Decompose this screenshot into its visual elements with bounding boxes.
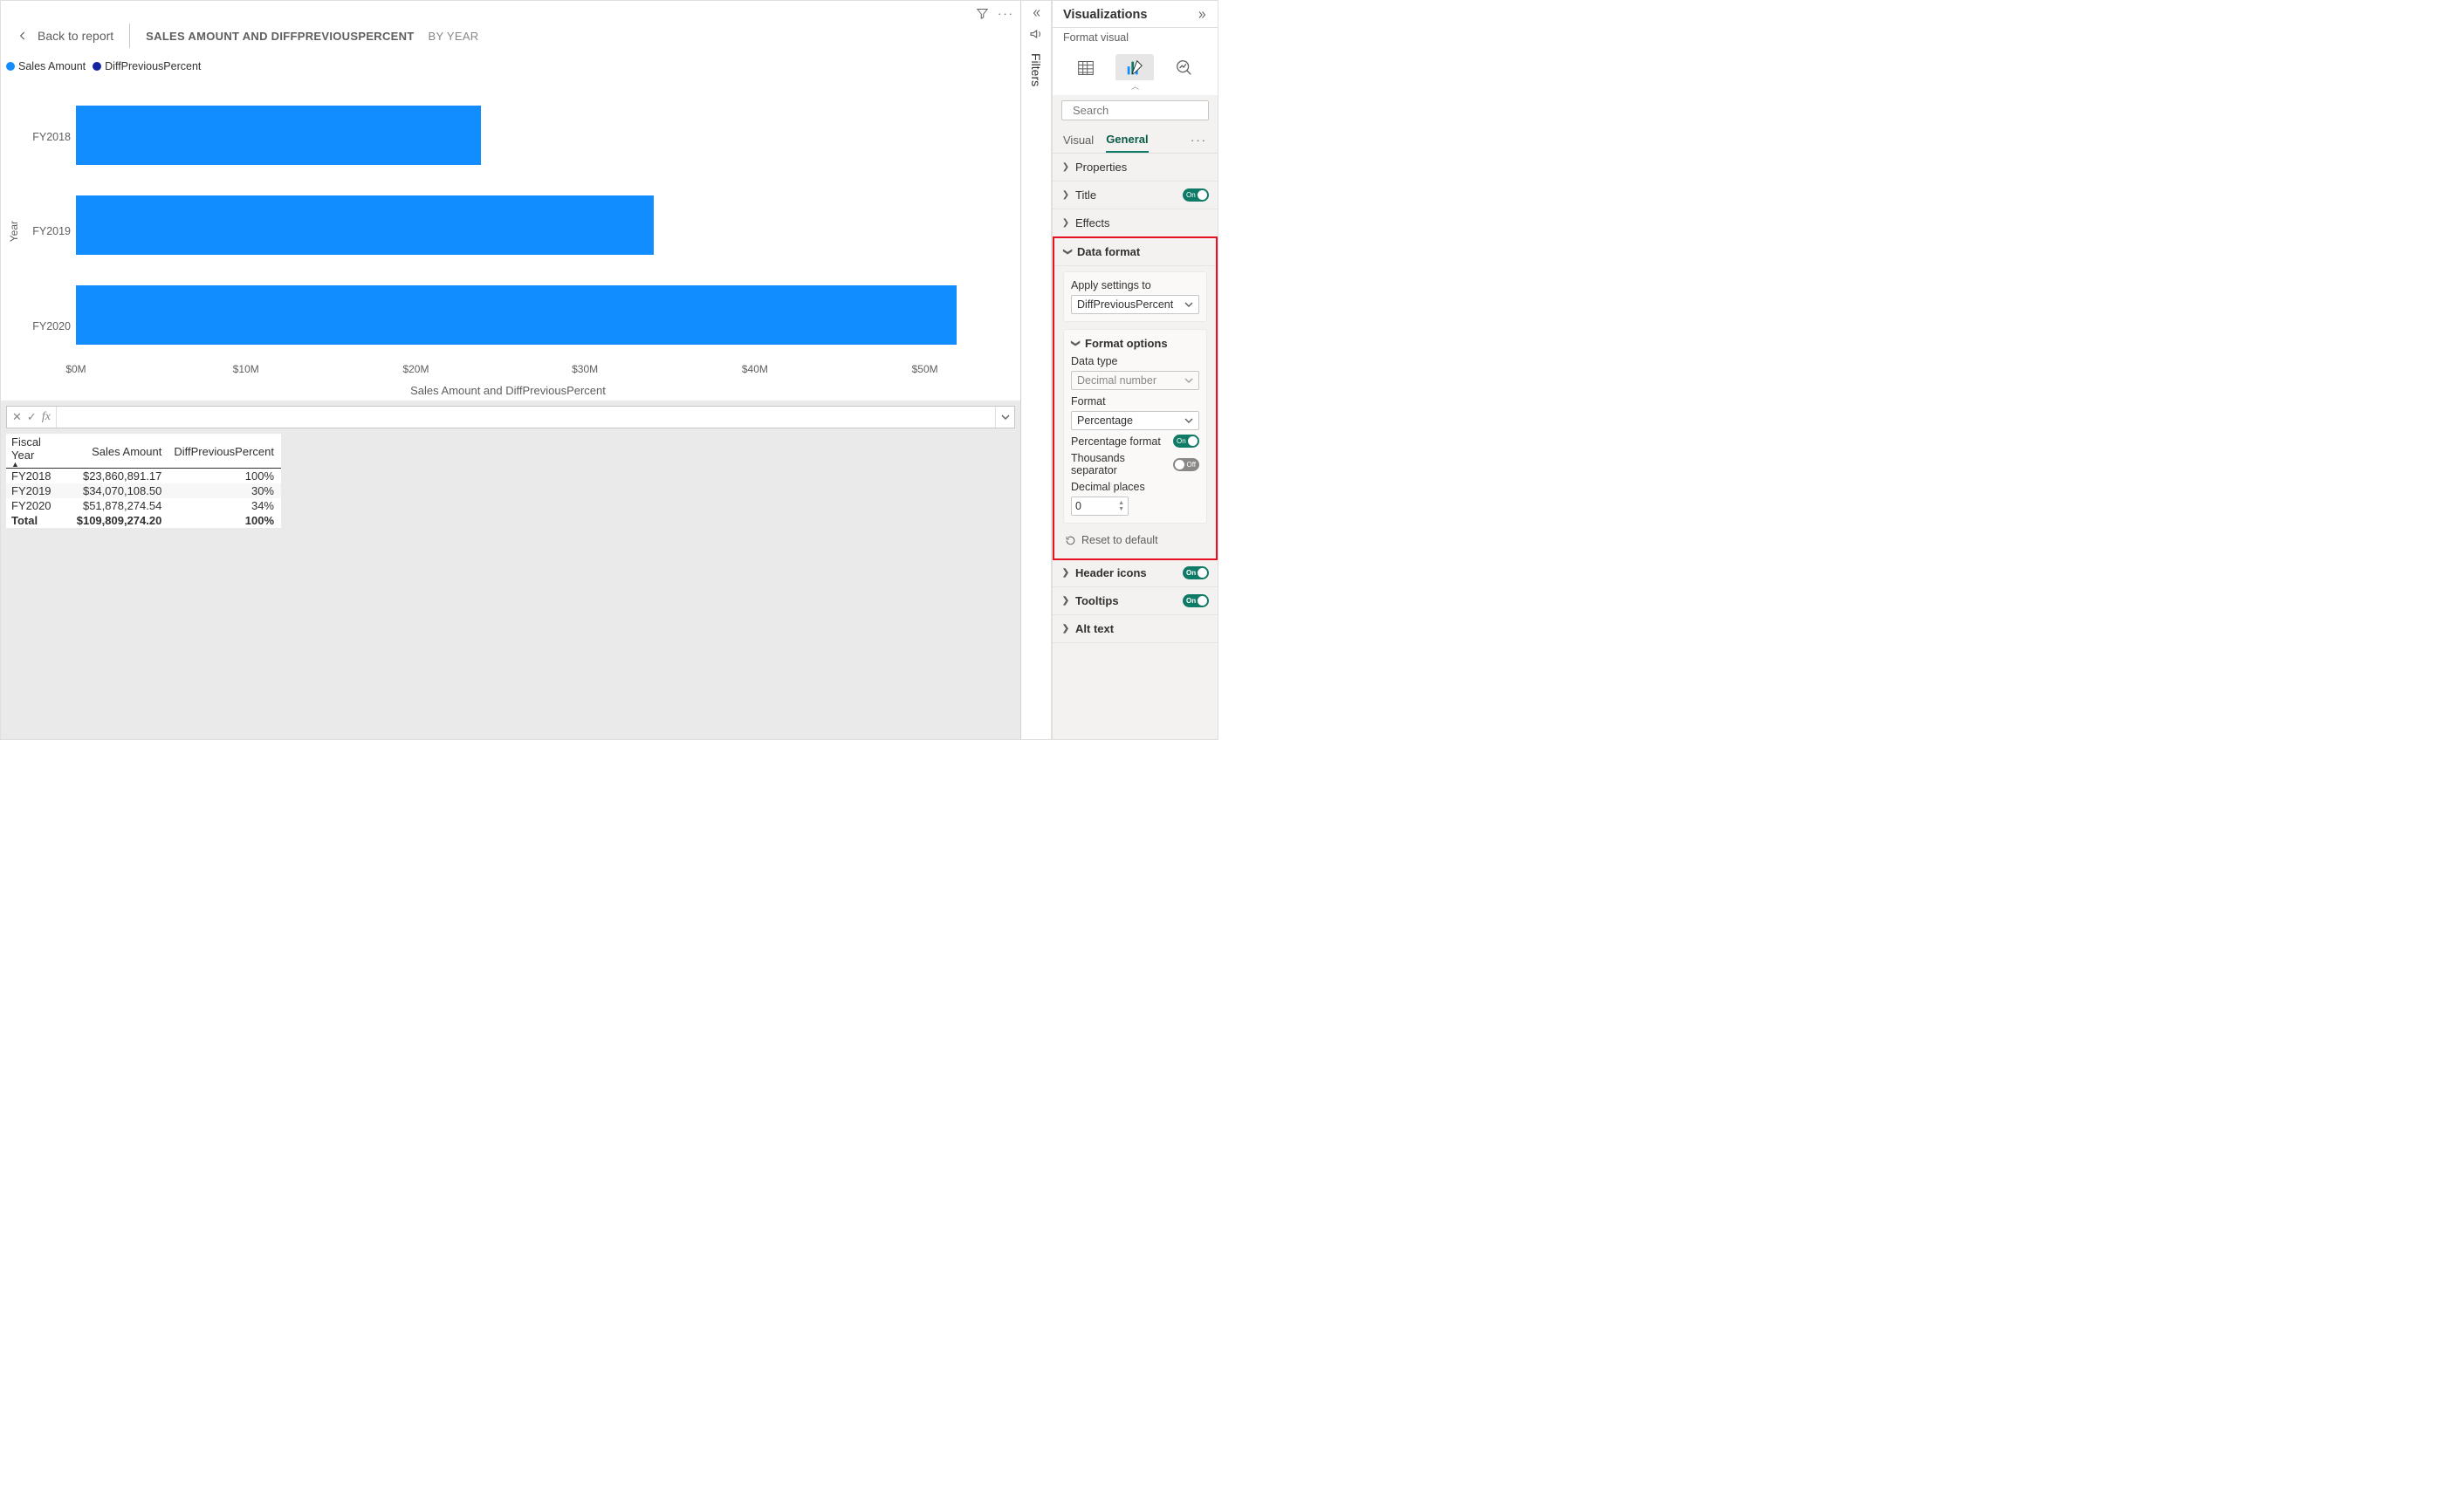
sort-asc-icon: ▲	[11, 462, 65, 467]
more-options-icon[interactable]: ···	[998, 7, 1014, 20]
title-toggle[interactable]: On	[1183, 188, 1209, 202]
report-canvas: ··· Back to report SALES AMOUNT AND DIFF…	[1, 1, 1021, 739]
data-type-select[interactable]: Decimal number	[1071, 371, 1199, 390]
section-tooltips[interactable]: ❯Tooltips On	[1053, 587, 1218, 614]
data-type-label: Data type	[1071, 355, 1199, 367]
build-visual-mode[interactable]	[1067, 54, 1105, 82]
decimal-places-input[interactable]: 0▲▼	[1071, 497, 1129, 516]
bar-chart[interactable]: Year FY2018 FY2019 FY2020 $0M $10M	[6, 81, 1010, 382]
format-search[interactable]	[1061, 100, 1209, 120]
visualizations-pane: Visualizations Format visual ︿ Visual Ge…	[1052, 1, 1218, 739]
reset-to-default-button[interactable]: Reset to default	[1063, 531, 1207, 550]
x-axis-title: Sales Amount and DiffPreviousPercent	[6, 382, 1010, 397]
section-effects[interactable]: ❯Effects	[1053, 209, 1218, 236]
cancel-icon[interactable]: ✕	[12, 410, 22, 424]
chevron-right-icon: ❯	[1061, 218, 1070, 228]
chevron-right-icon: ❯	[1061, 568, 1070, 578]
chevron-right-icon: ❯	[1061, 190, 1070, 200]
data-table[interactable]: Fiscal Year▲ Sales Amount DiffPreviousPe…	[6, 434, 281, 528]
format-visual-mode[interactable]	[1115, 54, 1154, 82]
bar-fy2018[interactable]	[76, 106, 481, 165]
analytics-mode[interactable]	[1165, 54, 1204, 82]
tab-visual[interactable]: Visual	[1063, 128, 1094, 152]
section-properties[interactable]: ❯Properties	[1053, 154, 1218, 181]
chevron-down-icon: ❯	[1063, 248, 1073, 257]
thousands-separator-toggle[interactable]: Off	[1173, 458, 1199, 471]
commit-icon[interactable]: ✓	[27, 410, 37, 424]
y-axis-categories: FY2018 FY2019 FY2020	[22, 81, 76, 382]
decimals-label: Decimal places	[1071, 481, 1199, 493]
collapse-left-icon[interactable]	[1030, 8, 1042, 18]
pane-title: Visualizations	[1063, 8, 1147, 22]
section-title[interactable]: ❯Title On	[1053, 182, 1218, 209]
filters-pane-collapsed[interactable]: Filters	[1021, 1, 1052, 739]
section-header-icons[interactable]: ❯Header icons On	[1053, 559, 1218, 586]
table-total-row: Total$109,809,274.20100%	[6, 513, 281, 528]
chevron-right-icon: ❯	[1061, 596, 1070, 606]
tabs-more[interactable]: ···	[1191, 134, 1207, 147]
format-select[interactable]: Percentage	[1071, 411, 1199, 430]
col-fiscal-year[interactable]: Fiscal Year▲	[6, 434, 72, 469]
chevron-down-icon	[1184, 376, 1193, 385]
bar-fy2019[interactable]	[76, 195, 654, 255]
col-diff-prev-pct[interactable]: DiffPreviousPercent	[168, 434, 281, 469]
formula-bar[interactable]: ✕ ✓ fx	[6, 406, 1015, 428]
format-label: Format	[1071, 395, 1199, 408]
legend-dot-2	[93, 62, 101, 71]
highlighted-region: ❯Data format Apply settings to DiffPrevi…	[1053, 236, 1218, 560]
x-axis: $0M $10M $20M $30M $40M $50M	[76, 363, 1010, 382]
reset-icon	[1065, 535, 1076, 546]
pct-format-label: Percentage format	[1071, 435, 1161, 448]
data-table-section: ✕ ✓ fx Fiscal Year▲ Sales Amount DiffPre…	[1, 401, 1020, 739]
mode-indicator-icon: ︿	[1053, 80, 1218, 95]
divider	[129, 24, 130, 48]
header-icons-toggle[interactable]: On	[1183, 566, 1209, 579]
filters-label: Filters	[1029, 53, 1043, 86]
percentage-format-toggle[interactable]: On	[1173, 435, 1199, 448]
chevron-right-icon: ❯	[1061, 624, 1070, 634]
spinner-icon[interactable]: ▲▼	[1118, 500, 1124, 512]
expand-right-icon[interactable]	[1197, 10, 1209, 20]
chart-title: SALES AMOUNT AND DIFFPREVIOUSPERCENT BY …	[146, 30, 478, 43]
back-label: Back to report	[38, 29, 113, 43]
table-row[interactable]: FY2018$23,860,891.17100%	[6, 469, 281, 483]
legend-dot-1	[6, 62, 15, 71]
chart-legend: Sales Amount DiffPreviousPercent	[1, 57, 1020, 76]
fx-icon[interactable]: fx	[42, 410, 51, 424]
thousands-label: Thousands separator	[1071, 452, 1173, 476]
col-sales-amount[interactable]: Sales Amount	[72, 434, 169, 469]
chevron-right-icon: ❯	[1061, 162, 1070, 172]
formula-input[interactable]	[57, 407, 995, 428]
chevron-down-icon: ❯	[1071, 339, 1081, 348]
bar-fy2020[interactable]	[76, 285, 957, 345]
filter-icon[interactable]	[976, 7, 989, 20]
table-row[interactable]: FY2020$51,878,274.5434%	[6, 498, 281, 513]
section-data-format[interactable]: ❯Data format	[1054, 238, 1216, 265]
tab-general[interactable]: General	[1106, 127, 1148, 153]
announce-icon[interactable]	[1029, 27, 1043, 41]
chevron-down-icon	[1184, 300, 1193, 309]
chevron-down-icon	[1184, 416, 1193, 425]
table-row[interactable]: FY2019$34,070,108.5030%	[6, 483, 281, 498]
y-axis-label: Year	[6, 221, 22, 242]
pane-subtitle: Format visual	[1053, 28, 1218, 49]
search-input[interactable]	[1073, 104, 1226, 117]
section-alt-text[interactable]: ❯Alt text	[1053, 615, 1218, 642]
format-options-header[interactable]: ❯Format options	[1071, 337, 1199, 350]
back-to-report-button[interactable]: Back to report	[17, 29, 113, 43]
formula-dropdown[interactable]	[995, 407, 1014, 428]
apply-settings-select[interactable]: DiffPreviousPercent	[1071, 295, 1199, 314]
tooltips-toggle[interactable]: On	[1183, 594, 1209, 607]
apply-settings-label: Apply settings to	[1071, 279, 1199, 291]
